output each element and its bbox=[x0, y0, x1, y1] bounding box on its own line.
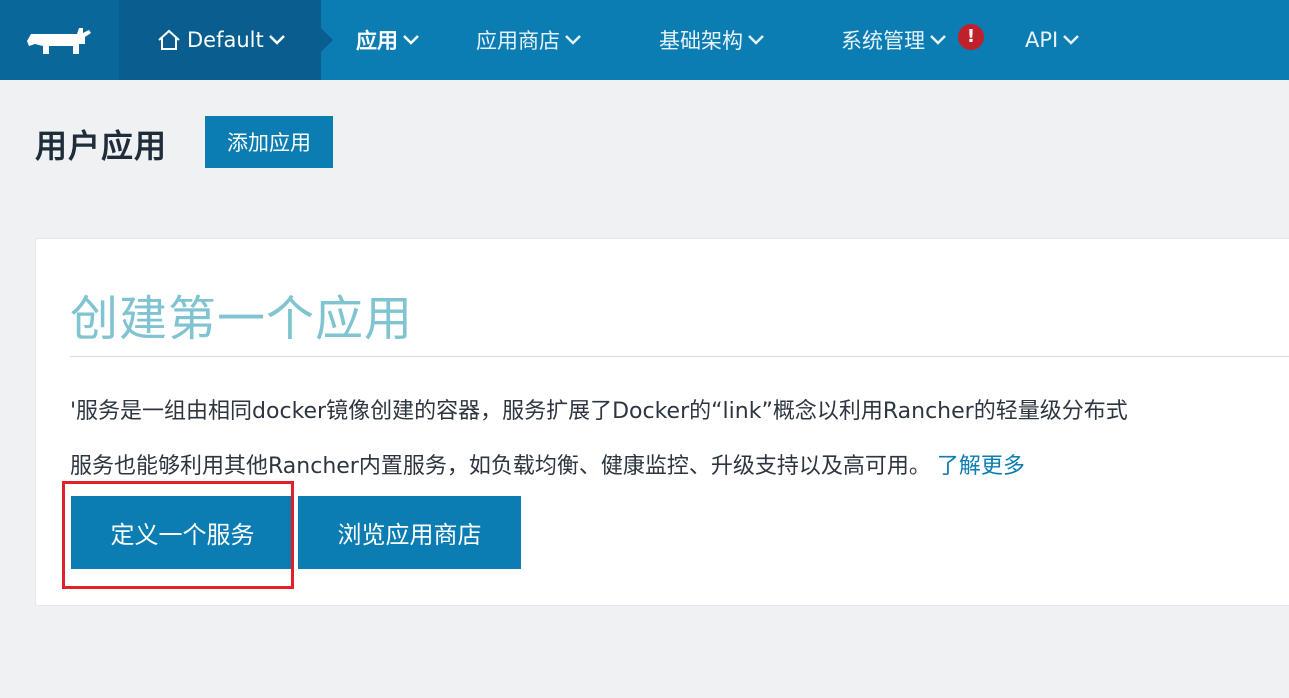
chevron-down-icon bbox=[1062, 34, 1080, 46]
nav-item-infrastructure[interactable]: 基础架构 bbox=[659, 0, 765, 80]
nav-item-catalog[interactable]: 应用商店 bbox=[476, 0, 582, 80]
description-line-1: '服务是一组由相同docker镜像创建的容器，服务扩展了Docker的“link… bbox=[70, 399, 1128, 424]
environment-label: Default bbox=[187, 28, 264, 52]
chevron-down-icon bbox=[564, 34, 582, 46]
top-navbar: Default 应用 应用商店 基础架构 系统管理 ! API bbox=[0, 0, 1289, 80]
card-description: '服务是一组由相同docker镜像创建的容器，服务扩展了Docker的“link… bbox=[70, 384, 1289, 494]
nav-item-label: 系统管理 bbox=[841, 29, 925, 53]
nav-item-admin[interactable]: 系统管理 bbox=[841, 0, 947, 80]
rancher-logo-icon bbox=[26, 28, 91, 54]
chevron-down-icon bbox=[747, 34, 765, 46]
card-title: 创建第一个应用 bbox=[70, 291, 414, 347]
rancher-logo[interactable] bbox=[0, 0, 119, 80]
alert-icon[interactable]: ! bbox=[958, 24, 984, 50]
nav-item-label: API bbox=[1025, 28, 1059, 52]
nav-item-label: 应用 bbox=[356, 29, 398, 53]
page-title: 用户应用 bbox=[35, 127, 168, 165]
browse-catalog-button[interactable]: 浏览应用商店 bbox=[298, 496, 521, 569]
home-icon bbox=[157, 29, 181, 51]
nav-item-label: 基础架构 bbox=[659, 29, 743, 53]
divider bbox=[70, 356, 1289, 357]
chevron-down-icon bbox=[929, 34, 947, 46]
nav-item-api[interactable]: API bbox=[1025, 0, 1080, 80]
learn-more-link[interactable]: 了解更多 bbox=[937, 454, 1025, 479]
nav-item-apps[interactable]: 应用 bbox=[356, 0, 420, 80]
environment-switcher[interactable]: Default bbox=[119, 0, 333, 80]
add-app-button[interactable]: 添加应用 bbox=[205, 116, 333, 168]
nav-item-label: 应用商店 bbox=[476, 29, 560, 53]
highlight-box bbox=[62, 481, 294, 589]
chevron-down-icon bbox=[402, 34, 420, 46]
description-line-2-text: 服务也能够利用其他Rancher内置服务，如负载均衡、健康监控、升级支持以及高可… bbox=[70, 454, 931, 479]
chevron-down-icon bbox=[268, 34, 286, 46]
